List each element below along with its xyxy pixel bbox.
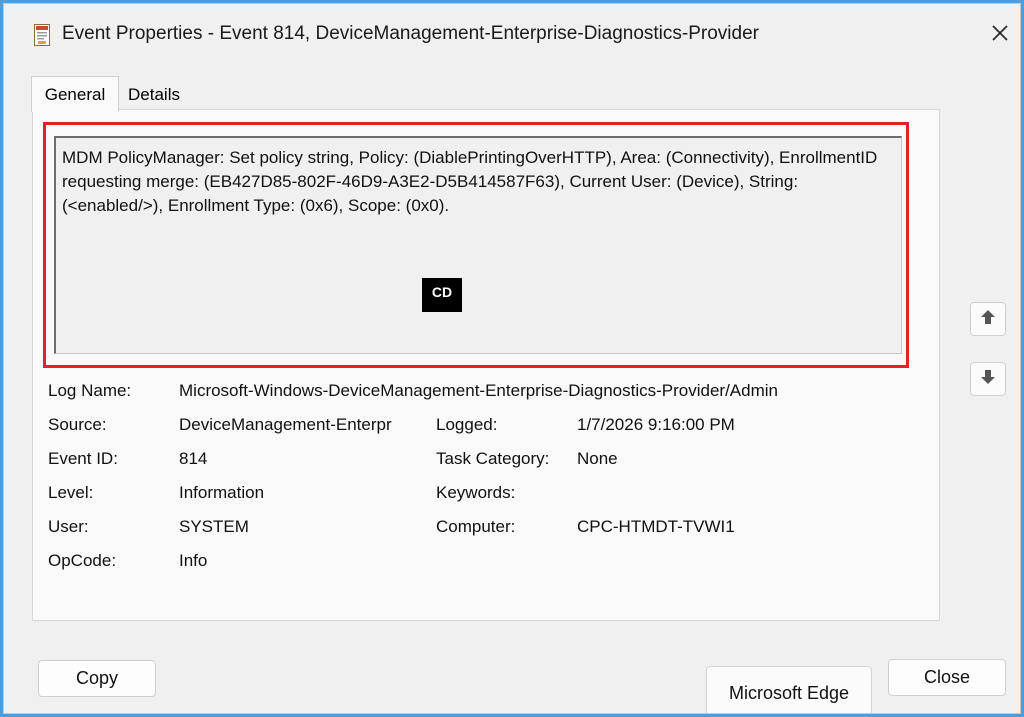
logo-subline [441, 300, 442, 305]
user-value: SYSTEM [179, 517, 249, 536]
arrow-down-icon [979, 368, 997, 391]
arrow-up-icon [979, 308, 997, 331]
log-name-value: Microsoft-Windows-DeviceManagement-Enter… [179, 381, 778, 400]
microsoft-edge-tab[interactable]: Microsoft Edge [706, 666, 872, 713]
task-category-label: Task Category: [436, 449, 550, 468]
copy-button[interactable]: Copy [38, 660, 156, 697]
level-value: Information [179, 483, 265, 502]
level-label: Level: [48, 483, 94, 502]
source-value: DeviceManagement-Enterpr [179, 415, 392, 434]
log-name-label: Log Name: [48, 381, 132, 400]
close-button[interactable]: Close [888, 659, 1006, 696]
next-event-button[interactable] [970, 362, 1006, 396]
opcode-value: Info [179, 551, 208, 570]
logged-value: 1/7/2026 9:16:00 PM [577, 415, 735, 434]
close-icon[interactable] [987, 20, 1013, 46]
keywords-label: Keywords: [436, 483, 516, 502]
event-message-box[interactable]: MDM PolicyManager: Set policy string, Po… [54, 136, 902, 354]
window-title: Event Properties - Event 814, DeviceMana… [62, 23, 759, 44]
watermark-logo: CD [422, 278, 462, 312]
task-category-value: None [577, 449, 618, 468]
computer-label: Computer: [436, 517, 516, 536]
event-properties-window: Event Properties - Event 814, DeviceMana… [3, 3, 1021, 714]
source-label: Source: [48, 415, 107, 434]
tab-general[interactable]: General [31, 76, 119, 112]
logged-label: Logged: [436, 415, 498, 434]
previous-event-button[interactable] [970, 302, 1006, 336]
event-viewer-icon [34, 24, 50, 46]
tab-details[interactable]: Details [119, 80, 189, 110]
computer-value: CPC-HTMDT-TVWI1 [577, 517, 735, 536]
logo-mark: CD [431, 284, 453, 300]
event-id-label: Event ID: [48, 449, 118, 468]
title-bar: Event Properties - Event 814, DeviceMana… [4, 4, 1020, 62]
user-label: User: [48, 517, 89, 536]
event-message-text: MDM PolicyManager: Set policy string, Po… [62, 148, 878, 215]
event-id-value: 814 [179, 449, 208, 468]
opcode-label: OpCode: [48, 551, 117, 570]
